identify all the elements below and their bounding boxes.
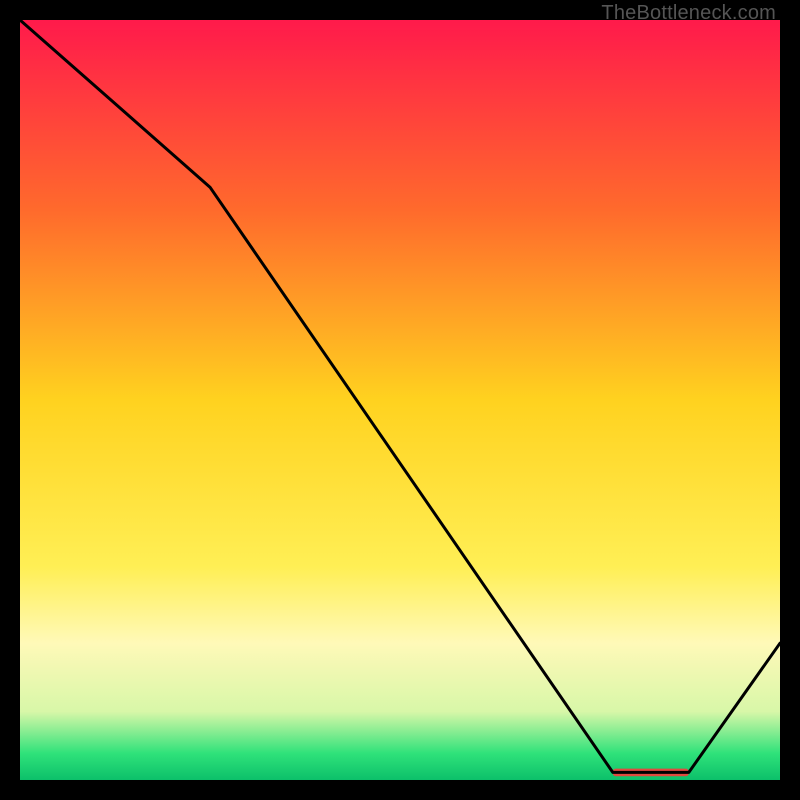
chart-svg: [20, 20, 780, 780]
chart-plot: [20, 20, 780, 780]
gradient-background: [20, 20, 780, 780]
chart-frame: TheBottleneck.com: [0, 0, 800, 800]
